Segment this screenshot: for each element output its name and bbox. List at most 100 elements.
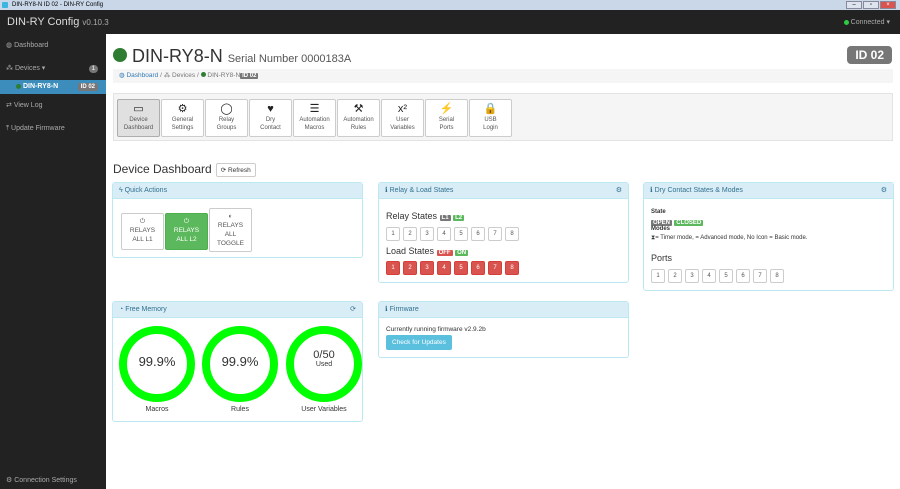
relay-button[interactable]: 2 [403, 227, 417, 241]
toolbar-button-ports[interactable]: ⚡ Serial Ports [425, 99, 468, 137]
toolbar-button-rules[interactable]: ⚒ Automation Rules [337, 99, 380, 137]
gauge-sub: Used [315, 361, 333, 368]
firmware-panel: ℹ Firmware Currently running firmware v2… [378, 301, 629, 358]
toolbar-icon: ◯ [220, 103, 233, 115]
gauge-label: Rules [231, 406, 249, 413]
panel-heading: ℹ Dry Contact States & Modes ⚙ [644, 183, 893, 199]
l3: TOGGLE [217, 240, 244, 247]
status-dot-icon [843, 19, 849, 25]
load-button[interactable]: 8 [505, 261, 519, 275]
load-button[interactable]: 1 [386, 261, 400, 275]
breadcrumb-devices[interactable]: ⁂ Devices [164, 72, 195, 79]
serial-number: Serial Number 0000183A [227, 53, 352, 65]
relays-all-l2-button[interactable]: ⏻ RELAYS ALL L2 [165, 213, 208, 250]
breadcrumb-dashboard[interactable]: ◍ Dashboard [119, 72, 158, 79]
panel-title: Relay & Load States [389, 187, 454, 194]
page-title: DIN-RY8-N Serial Number 0000183A [113, 46, 351, 67]
port-button[interactable]: 8 [770, 269, 784, 283]
panel-title: Free Memory [125, 306, 167, 313]
label: Ports [439, 125, 454, 131]
firmware-version: Currently running firmware v2.9.2b [386, 326, 486, 333]
toolbar-button-dashboard[interactable]: ▭ Device Dashboard [117, 99, 160, 137]
device-status-icon [16, 83, 21, 89]
port-button[interactable]: 7 [753, 269, 767, 283]
relays-all-l1-button[interactable]: ⏻ RELAYS ALL L1 [121, 213, 164, 250]
relay-button[interactable]: 8 [505, 227, 519, 241]
toolbar-icon: x² [397, 103, 408, 115]
load-button[interactable]: 4 [437, 261, 451, 275]
toolbar-button-login[interactable]: 🔒 USB Login [469, 99, 512, 137]
toolbar-button-settings[interactable]: ⚙ General Settings [161, 99, 204, 137]
relay-button[interactable]: 1 [386, 227, 400, 241]
section-title: Device Dashboard [113, 162, 212, 176]
relays-all-toggle-button[interactable]: ◐ RELAYS ALL TOGGLE [209, 208, 252, 252]
ports-label: Ports [651, 253, 673, 263]
sidebar-item-update-firmware[interactable]: ⤒ Update Firmware [0, 122, 106, 136]
label: Dashboard [14, 42, 49, 49]
label: USB [484, 117, 497, 123]
load-button[interactable]: 2 [403, 261, 417, 275]
sidebar-item-connection-settings[interactable]: ⚙ Connection Settings [0, 474, 106, 488]
load-button[interactable]: 7 [488, 261, 502, 275]
label: Dry [265, 117, 276, 123]
label: Automation [343, 117, 374, 123]
label: Dashboard [123, 125, 154, 131]
dry-contact-panel: ℹ Dry Contact States & Modes ⚙ State OPEN… [643, 182, 894, 291]
brand[interactable]: DIN-RY Config v0.10.3 [7, 16, 109, 28]
sidebar-item-dashboard[interactable]: ◍ Dashboard [0, 39, 106, 53]
l1: RELAYS [129, 227, 156, 234]
sidebar-item-device[interactable]: DIN-RY8-N ID 02 [0, 80, 106, 94]
panel-title: Quick Actions [124, 187, 168, 194]
relay-button[interactable]: 4 [437, 227, 451, 241]
device-name: DIN-RY8-N [132, 46, 223, 66]
load-button[interactable]: 6 [471, 261, 485, 275]
toolbar-icon: ♥ [267, 103, 274, 115]
connection-status[interactable]: Connected ▾ [843, 18, 890, 26]
toolbar-button-macros[interactable]: ☰ Automation Macros [293, 99, 336, 137]
port-button[interactable]: 4 [702, 269, 716, 283]
panel-heading: ℹ Firmware [379, 302, 628, 318]
label: Devices ▾ [14, 65, 46, 72]
navbar: DIN-RY Config v0.10.3 Connected ▾ [0, 10, 900, 34]
relay-button[interactable]: 5 [454, 227, 468, 241]
sidebar-item-devices[interactable]: ⁂ Devices ▾ 1 [0, 62, 106, 76]
id-badge: ID 02 [847, 46, 892, 64]
breadcrumb: ◍ Dashboard / ⁂ Devices / DIN-RY8-N ID 02 [113, 69, 893, 83]
check-updates-button[interactable]: Check for Updates [386, 335, 452, 350]
port-button[interactable]: 1 [651, 269, 665, 283]
refresh-button[interactable]: ⟳ Refresh [215, 162, 256, 177]
port-button[interactable]: 6 [736, 269, 750, 283]
load-button[interactable]: 5 [454, 261, 468, 275]
port-buttons: 12345678 [651, 269, 784, 283]
toolbar-button-contact[interactable]: ♥ Dry Contact [249, 99, 292, 137]
l2: ALL L1 [132, 236, 153, 243]
gear-icon[interactable]: ⚙ [616, 183, 622, 199]
relay-button[interactable]: 7 [488, 227, 502, 241]
closed-label: CLOSED [674, 220, 704, 226]
toolbar-button-groups[interactable]: ◯ Relay Groups [205, 99, 248, 137]
l1: RELAYS [217, 222, 244, 229]
sidebar-item-view-log[interactable]: ⇄ View Log [0, 99, 106, 113]
section-heading: Device Dashboard ⟳ Refresh [113, 162, 256, 177]
device-id-badge: ID 02 [77, 83, 98, 91]
port-button[interactable]: 2 [668, 269, 682, 283]
label: Connection Settings [14, 477, 77, 484]
l2-label: L2 [453, 215, 465, 221]
minimize-button[interactable]: – [846, 1, 862, 9]
port-button[interactable]: 5 [719, 269, 733, 283]
refresh-icon[interactable]: ⟳ [350, 302, 356, 318]
relay-button[interactable]: 6 [471, 227, 485, 241]
close-button[interactable]: × [880, 1, 896, 9]
relay-button[interactable]: 3 [420, 227, 434, 241]
label: Update Firmware [11, 125, 65, 132]
modes-label: Modes [651, 226, 671, 232]
load-button[interactable]: 3 [420, 261, 434, 275]
toolbar-button-variables[interactable]: x² User Variables [381, 99, 424, 137]
gear-icon[interactable]: ⚙ [881, 183, 887, 199]
relay-states-label: Relay States L1 L2 [386, 211, 465, 221]
maximize-button[interactable]: ▫ [863, 1, 879, 9]
port-button[interactable]: 3 [685, 269, 699, 283]
device-toolbar: ▭ Device Dashboard ⚙ General Settings ◯ Relay Gr… [113, 93, 893, 141]
label: Relay [218, 117, 235, 123]
app-icon [2, 2, 8, 8]
